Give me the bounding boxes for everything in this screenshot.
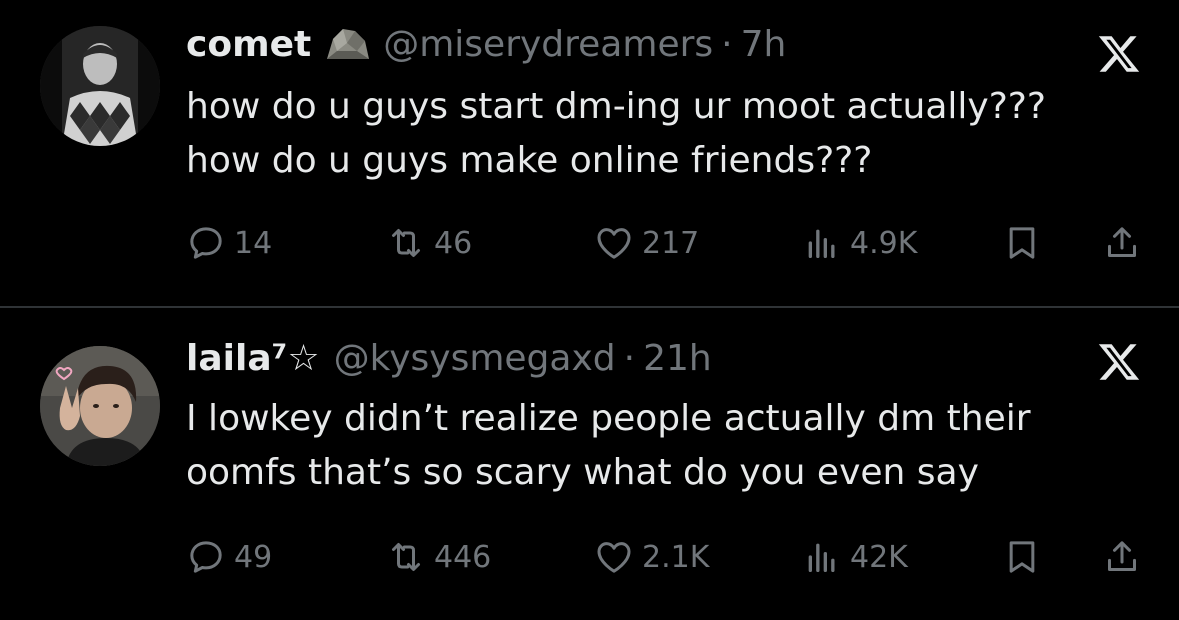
reply-icon [190, 541, 222, 573]
retweet-count: 446 [434, 539, 492, 575]
like-button[interactable]: 2.1K [594, 532, 709, 582]
tweet-text: I lowkey didn’t realize people actually … [186, 392, 1146, 500]
timestamp[interactable]: 7h [741, 24, 787, 65]
rock-emoji-icon [323, 25, 371, 65]
share-icon [1108, 541, 1136, 571]
reply-icon [190, 227, 222, 259]
timestamp[interactable]: 21h [643, 338, 712, 379]
views-icon [808, 229, 835, 258]
separator-dot: · [623, 338, 636, 379]
tweet-header: comet @miserydreamers · 7h [186, 24, 786, 65]
tweet-text-line: how do u guys start dm-ing ur moot actua… [186, 86, 1047, 127]
heart-icon [597, 228, 631, 259]
reply-count: 14 [234, 225, 273, 261]
reply-button[interactable]: 14 [186, 218, 272, 268]
tweet-text: how do u guys start dm-ing ur moot actua… [186, 80, 1146, 188]
like-button[interactable]: 217 [594, 218, 699, 268]
tweet-text-line: how do u guys make online friends??? [186, 140, 873, 181]
action-bar: 49 446 2.1K 42K [186, 532, 1146, 582]
views-count: 42K [850, 539, 908, 575]
bookmark-button[interactable] [1002, 532, 1042, 582]
user-handle[interactable]: @miserydreamers [383, 24, 713, 65]
views-button[interactable]: 4.9K [802, 218, 917, 268]
heart-icon [597, 542, 631, 573]
tweet-header: laila⁷☆ @kysysmegaxd · 21h [186, 338, 712, 379]
reply-count: 49 [234, 539, 273, 575]
bookmark-icon [1009, 227, 1035, 259]
views-button[interactable]: 42K [802, 532, 908, 582]
x-logo-icon [1098, 344, 1140, 380]
retweet-icon [392, 543, 420, 571]
retweet-button[interactable]: 46 [386, 218, 472, 268]
share-icon [1108, 227, 1136, 257]
action-bar: 14 46 217 4.9K [186, 218, 1146, 268]
tweet-text-line: oomfs that’s so scary what do you even s… [186, 452, 979, 493]
x-logo-icon [1098, 36, 1140, 72]
retweet-button[interactable]: 446 [386, 532, 491, 582]
display-name[interactable]: laila⁷☆ [186, 338, 320, 379]
tweet-card[interactable]: laila⁷☆ @kysysmegaxd · 21h I lowkey didn… [0, 308, 1179, 620]
display-name[interactable]: comet [186, 24, 311, 65]
views-icon [808, 543, 835, 572]
avatar-photo [40, 26, 160, 146]
separator-dot: · [721, 24, 733, 65]
avatar-photo [40, 346, 160, 466]
retweet-icon [392, 229, 420, 257]
tweet-text-line: I lowkey didn’t realize people actually … [186, 398, 1031, 439]
views-count: 4.9K [850, 225, 918, 261]
avatar[interactable] [40, 346, 160, 466]
like-count: 2.1K [642, 539, 710, 575]
retweet-count: 46 [434, 225, 473, 261]
like-count: 217 [642, 225, 700, 261]
bookmark-icon [1009, 541, 1035, 573]
bookmark-button[interactable] [1002, 218, 1042, 268]
avatar[interactable] [40, 26, 160, 146]
reply-button[interactable]: 49 [186, 532, 272, 582]
tweet-card[interactable]: comet @miserydreamers · 7h how do u guys… [0, 0, 1179, 306]
share-button[interactable] [1102, 218, 1142, 268]
user-handle[interactable]: @kysysmegaxd [334, 338, 616, 379]
share-button[interactable] [1102, 532, 1142, 582]
